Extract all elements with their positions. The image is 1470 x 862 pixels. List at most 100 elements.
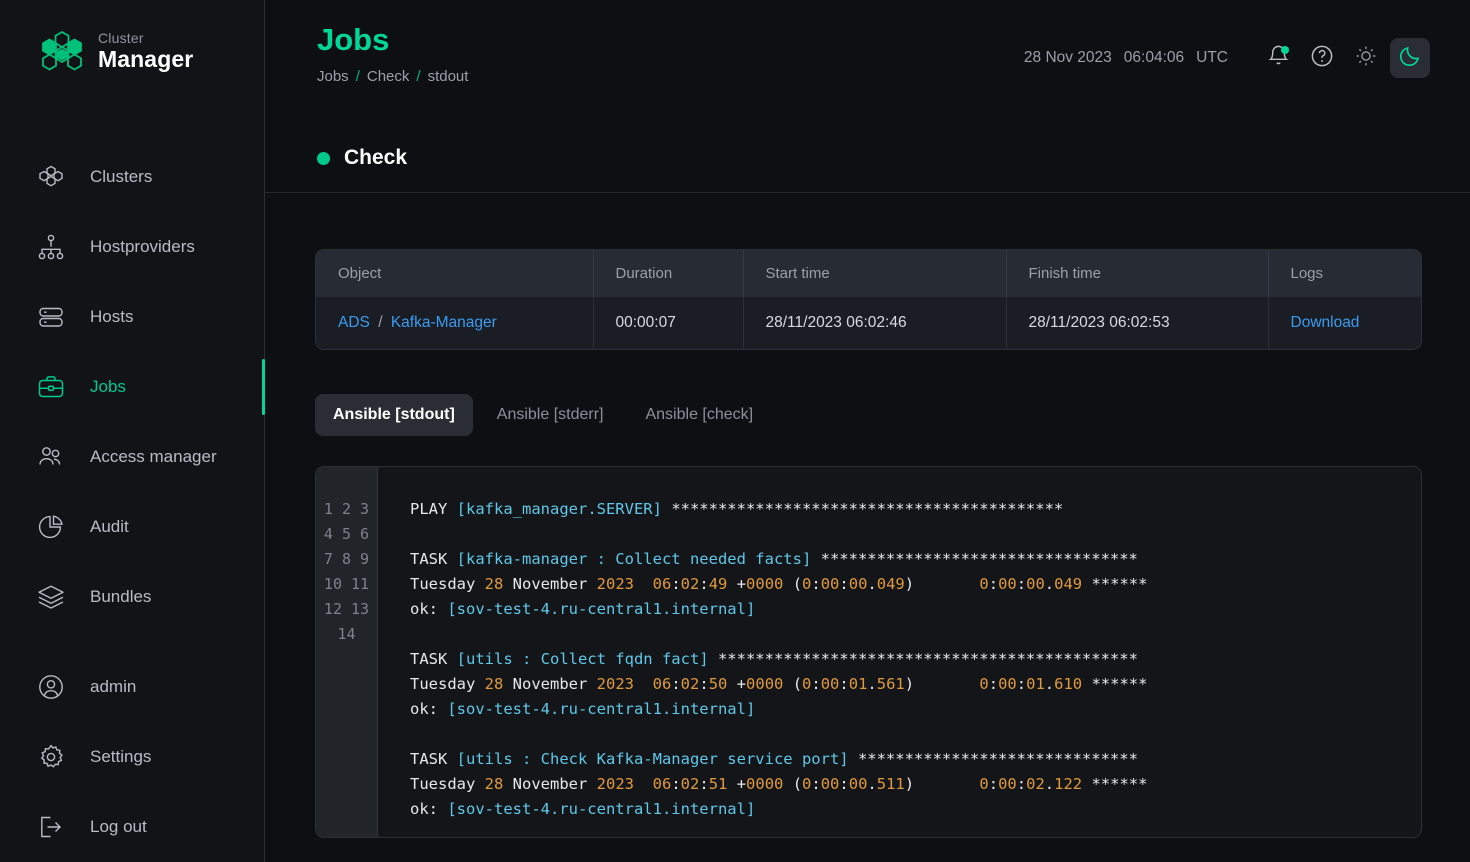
table-row: ADS / Kafka-Manager 00:00:07 28/11/2023 … [316,297,1421,349]
sidebar-item-settings[interactable]: Settings [0,722,264,792]
sidebar-item-jobs[interactable]: Jobs [0,352,265,422]
object-separator: / [378,314,383,331]
tab-ansible-stdout[interactable]: Ansible [stdout] [315,394,473,436]
clock: 28 Nov 2023 06:04:06 UTC [1024,49,1228,67]
sidebar-item-hosts[interactable]: Hosts [0,282,264,352]
moon-icon [1398,44,1422,73]
topbar-controls: 28 Nov 2023 06:04:06 UTC [1024,22,1430,78]
sidebar-item-audit[interactable]: Audit [0,492,264,562]
column-header-finish-time: Finish time [1006,250,1269,297]
sidebar-item-label: Jobs [90,377,126,396]
clusters-icon [34,160,68,194]
breadcrumb-item-stdout: stdout [427,67,469,85]
log-line: ok: [sov-test-4.ru-central1.internal] [410,700,756,718]
object-link-ads[interactable]: ADS [338,314,370,331]
jobs-icon [34,370,68,404]
sidebar-item-label: Settings [90,747,152,766]
sidebar-item-admin[interactable]: admin [0,652,264,722]
log-line: ok: [sov-test-4.ru-central1.internal] [410,600,756,618]
tab-ansible-stderr[interactable]: Ansible [stderr] [479,394,622,436]
light-theme-button[interactable] [1346,38,1386,78]
sidebar-item-label: Log out [90,817,147,836]
brand-subtitle: Cluster [98,30,144,46]
log-line: TASK [utils : Collect fqdn fact] *******… [410,650,1138,668]
object-link-kafka-manager[interactable]: Kafka-Manager [391,314,497,331]
section-title: Check [344,146,408,169]
topbar: Jobs Jobs / Check / stdout 28 Nov 2023 0… [265,0,1470,118]
log-line: ok: [sov-test-4.ru-central1.internal] [410,800,756,818]
brand-title: Manager [98,46,194,72]
table-header-row: Object Duration Start time Finish time L… [316,250,1421,297]
clock-time: 06:04:06 [1123,49,1185,66]
app-root: Cluster Manager Clusters Hostproviders H… [0,0,1470,862]
notification-badge-dot [1281,46,1289,54]
column-header-start-time: Start time [743,250,1007,297]
sidebar-item-label: Access manager [90,447,217,466]
clock-date: 28 Nov 2023 [1023,49,1112,66]
access-manager-icon [34,440,68,474]
column-header-logs: Logs [1290,265,1324,282]
sidebar-item-label: Audit [90,517,129,536]
help-button[interactable] [1302,38,1342,78]
content-inner: Object Duration Start time Finish time L… [315,249,1422,838]
sidebar-item-bundles[interactable]: Bundles [0,562,264,632]
sidebar: Cluster Manager Clusters Hostproviders H… [0,0,265,862]
breadcrumb-separator: / [355,67,360,85]
log-line: Tuesday 28 November 2023 06:02:49 +0000 … [410,575,1148,593]
column-header-duration: Duration [593,250,744,297]
sidebar-nav: Clusters Hostproviders Hosts Jobs Access… [0,142,265,862]
breadcrumb-item-jobs[interactable]: Jobs [317,68,349,85]
main-content: Jobs Jobs / Check / stdout 28 Nov 2023 0… [265,0,1470,862]
job-info-table: Object Duration Start time Finish time L… [315,249,1422,350]
log-line: PLAY [kafka_manager.SERVER] ************… [410,500,1064,518]
cell-object: ADS / Kafka-Manager [316,297,594,349]
sidebar-item-label: Bundles [90,587,152,606]
download-logs-link[interactable]: Download [1291,314,1360,331]
tab-ansible-check[interactable]: Ansible [check] [627,394,771,436]
logout-icon [34,810,68,844]
log-tabs: Ansible [stdout] Ansible [stderr] Ansibl… [315,394,1420,436]
section-header: Check [265,118,1470,193]
breadcrumb: Jobs / Check / stdout [317,68,468,85]
hostproviders-icon [34,230,68,264]
sidebar-item-access-manager[interactable]: Access manager [0,422,264,492]
sidebar-item-hostproviders[interactable]: Hostproviders [0,212,264,282]
column-header-object: Object [316,250,594,297]
cell-finish-time: 28/11/2023 06:02:53 [1006,297,1269,349]
breadcrumb-separator: / [416,67,421,85]
breadcrumb-item-check[interactable]: Check [367,68,410,85]
bundles-icon [34,580,68,614]
cell-start-time: 28/11/2023 06:02:46 [743,297,1007,349]
cell-duration: 00:00:07 [593,297,744,349]
log-line: Tuesday 28 November 2023 06:02:51 +0000 … [410,775,1148,793]
sidebar-item-label: Clusters [90,167,153,186]
log-line: TASK [kafka-manager : Collect needed fac… [410,550,1138,568]
clock-timezone: UTC [1196,49,1228,66]
status-badge [317,151,330,165]
notifications-button[interactable] [1258,38,1298,78]
page-title: Jobs [317,22,390,57]
line-number-gutter: 1 2 3 4 5 6 7 8 9 10 11 12 13 14 [316,467,378,837]
brand-logo[interactable]: Cluster Manager [0,0,264,80]
content-area: Object Duration Start time Finish time L… [265,193,1470,838]
title-block: Jobs Jobs / Check / stdout [317,22,468,85]
log-line: TASK [utils : Check Kafka-Manager servic… [410,750,1138,768]
cell-logs: Download [1268,297,1421,349]
hosts-icon [34,300,68,334]
user-circle-icon [34,670,68,704]
log-viewer[interactable]: 1 2 3 4 5 6 7 8 9 10 11 12 13 14 PLAY [k… [315,466,1422,838]
question-circle-icon [1310,44,1334,73]
log-line: Tuesday 28 November 2023 06:02:50 +0000 … [410,675,1148,693]
gear-icon [34,740,68,774]
dark-theme-button[interactable] [1390,38,1430,78]
sidebar-item-clusters[interactable]: Clusters [0,142,264,212]
sidebar-item-label: Hosts [90,307,134,326]
log-output[interactable]: PLAY [kafka_manager.SERVER] ************… [378,467,1421,837]
sun-icon [1354,44,1378,73]
sidebar-item-logout[interactable]: Log out [0,792,264,862]
sidebar-divider-gap [0,632,264,652]
